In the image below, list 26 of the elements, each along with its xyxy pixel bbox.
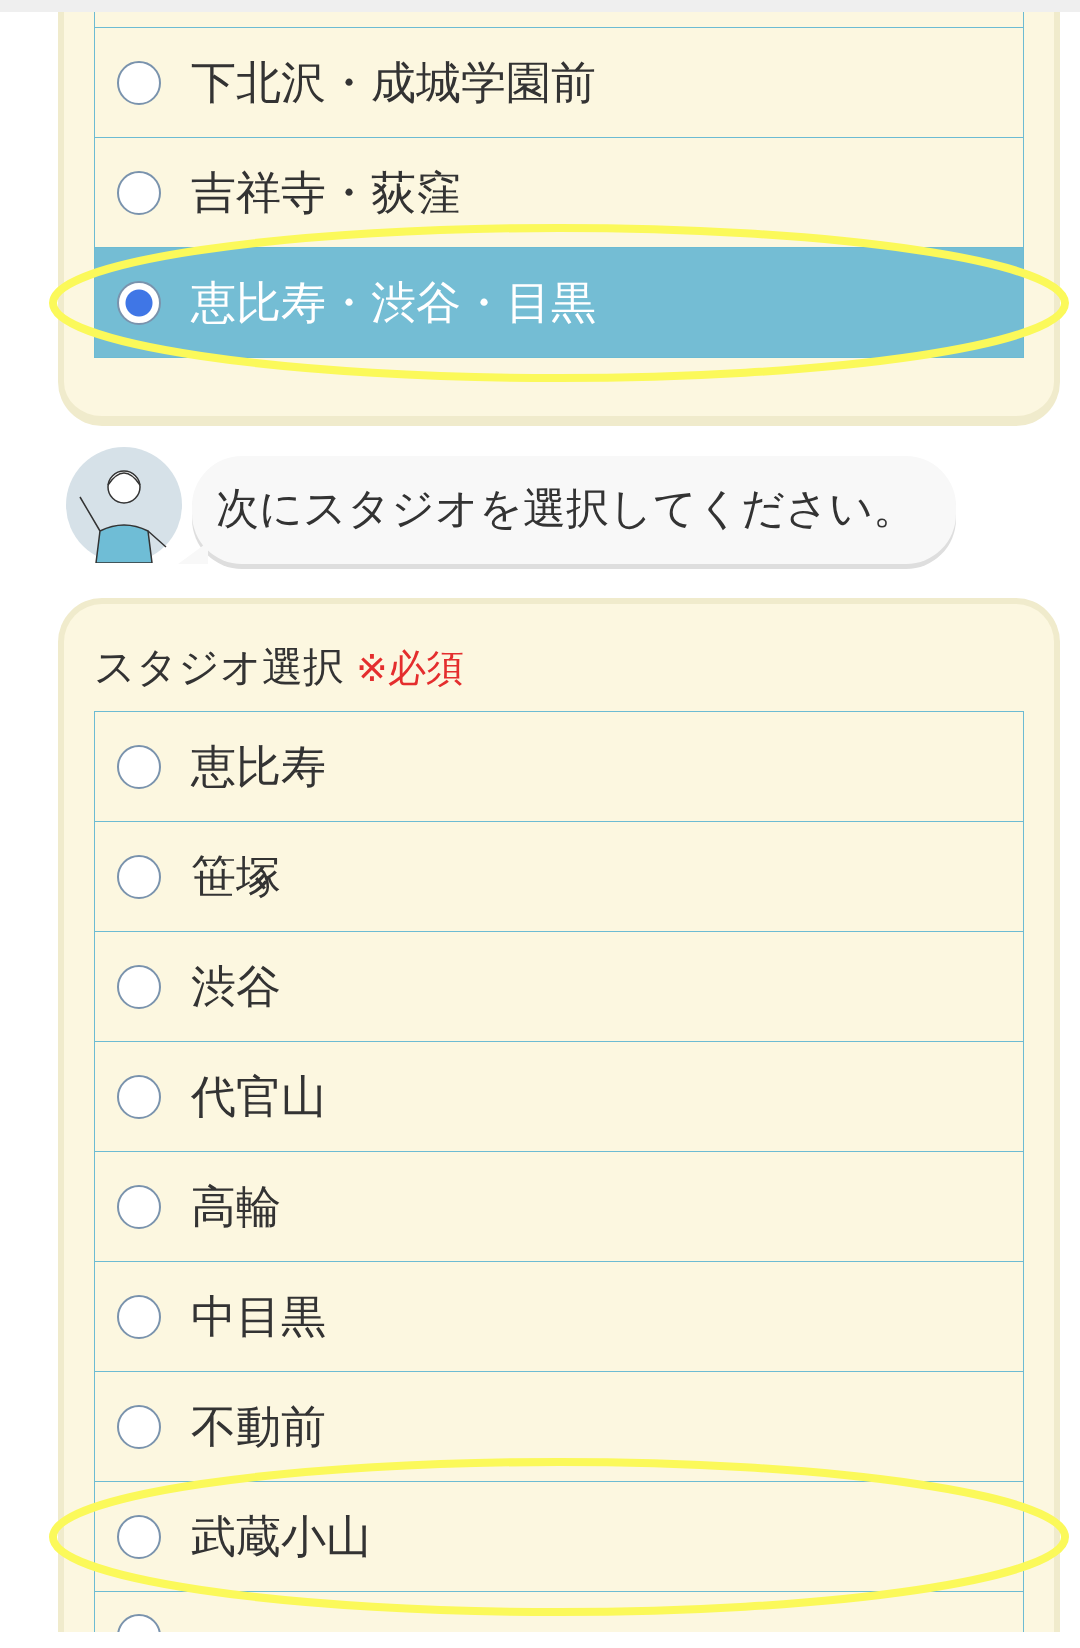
option-label: 笹塚 <box>191 849 281 904</box>
radio-button[interactable] <box>117 60 161 105</box>
option-label: 中目黒 <box>191 1289 326 1344</box>
radio-button[interactable] <box>117 1514 161 1559</box>
radio-button[interactable] <box>117 1294 161 1339</box>
option-label: 下北沢・成城学園前 <box>191 55 596 110</box>
option-label: 武蔵小山 <box>191 1509 371 1564</box>
radio-button[interactable] <box>117 1404 161 1449</box>
radio-button[interactable] <box>117 744 161 789</box>
option-label: 代官山 <box>191 1069 326 1124</box>
radio-button[interactable] <box>117 964 161 1009</box>
radio-button[interactable] <box>117 1184 161 1229</box>
option-label: 恵比寿 <box>191 739 326 794</box>
section-title: スタジオ選択 <box>94 642 344 693</box>
avatar-icon <box>66 447 182 563</box>
chat-message: 次にスタジオを選択してください。 <box>216 483 916 533</box>
required-label: ※必須 <box>356 645 464 692</box>
radio-button[interactable] <box>117 280 161 325</box>
option-label: 吉祥寺・荻窪 <box>191 165 461 220</box>
option-label: 渋谷 <box>191 959 281 1014</box>
option-label: 高輪 <box>191 1179 281 1234</box>
radio-button[interactable] <box>117 1074 161 1119</box>
radio-button[interactable] <box>117 170 161 215</box>
radio-button[interactable] <box>117 854 161 899</box>
option-label: 恵比寿・渋谷・目黒 <box>191 275 596 330</box>
option-label: 不動前 <box>191 1399 326 1454</box>
